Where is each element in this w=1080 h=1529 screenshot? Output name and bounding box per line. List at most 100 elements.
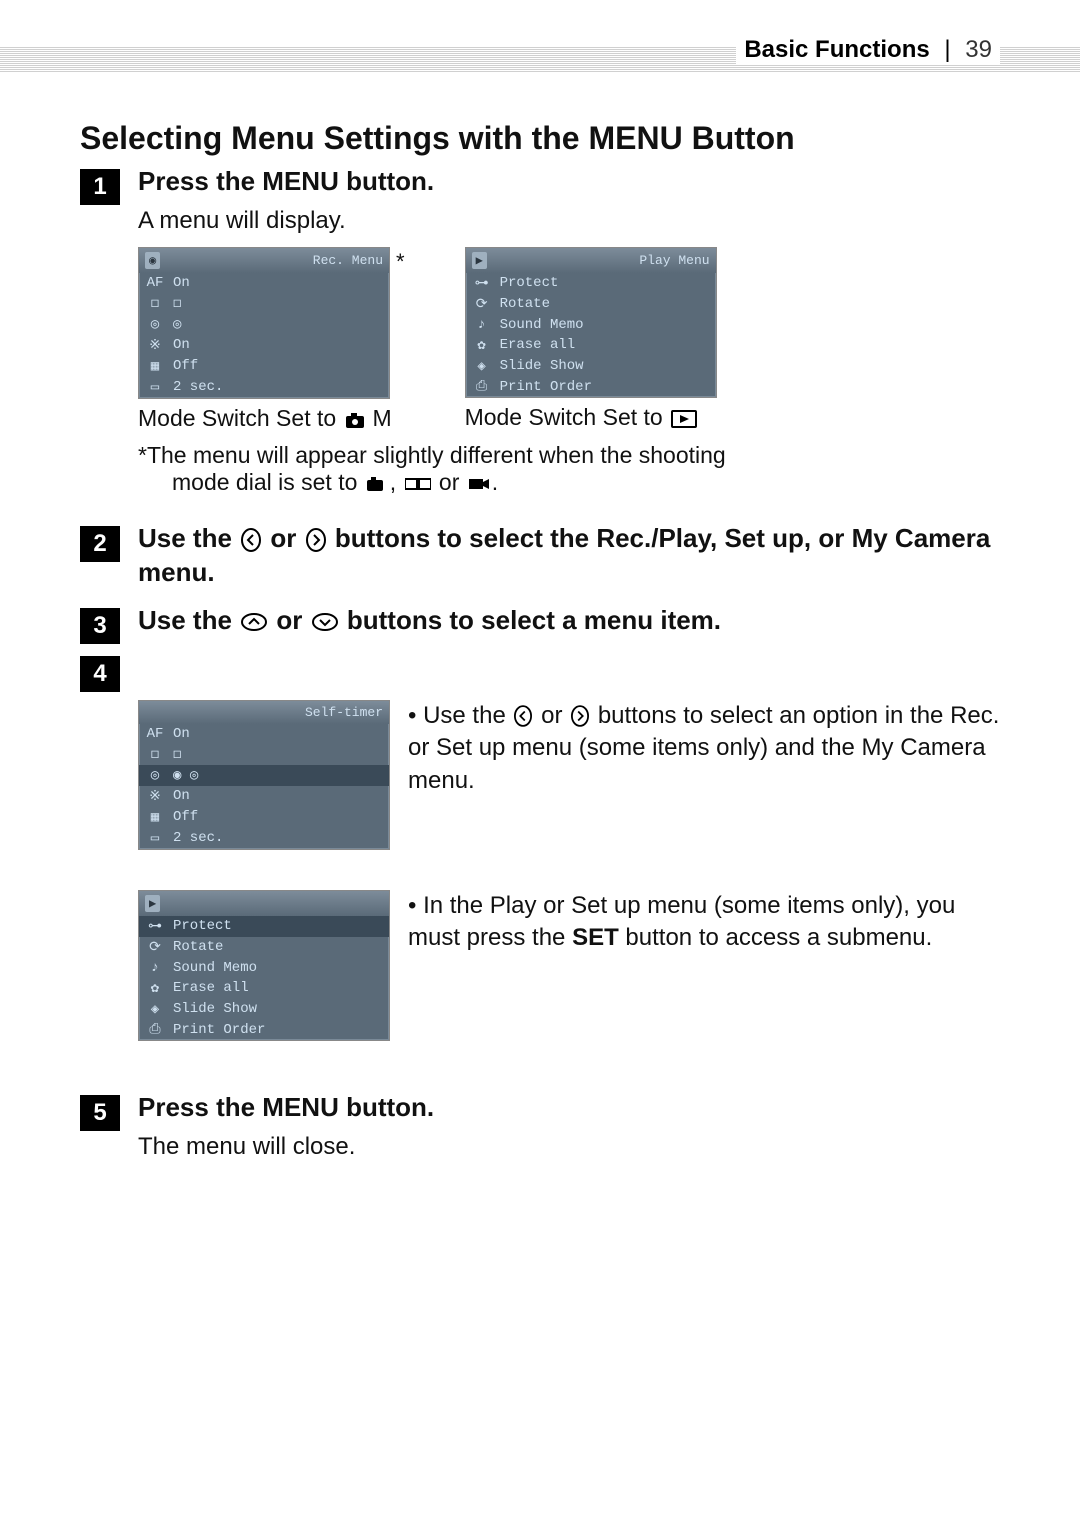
text: Use the [423, 702, 512, 729]
row-icon: ⎙ [145, 1022, 165, 1038]
menu-row: AFOn [139, 724, 389, 744]
row-icon: ♪ [145, 960, 165, 976]
menu-row: ⎙ Print Order [139, 1020, 389, 1040]
self-timer-tabbar: Self-timer [139, 701, 389, 724]
row-label: Protect [500, 275, 710, 292]
rec-caption: Mode Switch Set to M [138, 405, 405, 432]
row-label: Erase all [173, 980, 383, 997]
text: Mode Switch Set to [465, 404, 670, 430]
menu-row: ◈ Slide Show [466, 356, 716, 377]
play-menu-screen: ▶ Play Menu ⊶Protect ⟳Rotate ♪Sound Memo… [465, 247, 717, 398]
menu-row: ⎙ Print Order [466, 377, 716, 397]
step-number: 4 [80, 656, 120, 692]
text: or [276, 605, 309, 635]
step-1-screens: ◉ Rec. Menu AFOn ◻◻ ◎◎ ※On ▦Off ▭2 sec. [138, 247, 1000, 432]
step-5: 5 Press the MENU button. The menu will c… [80, 1091, 1000, 1173]
set-word: SET [572, 924, 619, 951]
menu-row: ♪ Sound Memo [139, 958, 389, 978]
section-name: Basic Functions [744, 36, 929, 63]
rec-menu-title: Rec. Menu [313, 253, 383, 268]
row-label: Sound Memo [500, 317, 710, 333]
text: mode dial is set to [172, 469, 364, 495]
menu-row: ⊶ Protect [466, 273, 716, 294]
step-4-bullet-2: ▶ ⊶ Protect ⟳Rotate ♪ Sound Memo ✿ Erase al… [138, 890, 1000, 1041]
menu-row-selected: ⊶ Protect [139, 916, 389, 937]
play-caption: Mode Switch Set to [465, 404, 717, 431]
row-label: Erase all [500, 337, 710, 354]
row-icon: ◈ [145, 1001, 165, 1018]
menu-row: ▦ Off [139, 807, 389, 828]
step-number: 5 [80, 1095, 120, 1131]
row-value: ◻ [173, 746, 383, 763]
menu-row: ⟳ Rotate [466, 294, 716, 315]
play-mode-icon [671, 410, 697, 428]
row-icon: ▭ [145, 379, 165, 396]
text: . [492, 469, 498, 495]
row-icon: ⟳ [472, 296, 492, 313]
row-icon: ⊶ [472, 275, 492, 292]
page-number: 39 [965, 36, 992, 63]
row-icon: ⊶ [145, 918, 165, 935]
text: button to access a submenu. [619, 924, 933, 951]
page: Basic Functions | 39 Selecting Menu Sett… [0, 0, 1080, 1529]
step-3: 3 Use the or buttons to select a menu it… [80, 604, 1000, 644]
step-5-content: Press the MENU button. The menu will clo… [138, 1091, 1000, 1173]
row-label: Protect [173, 918, 383, 935]
menu-row: ◻◻ [139, 293, 389, 314]
row-label: Print Order [500, 379, 710, 395]
down-button-icon [312, 613, 338, 631]
row-icon: ⟳ [145, 939, 165, 956]
rec-menu-column: ◉ Rec. Menu AFOn ◻◻ ◎◎ ※On ▦Off ▭2 sec. [138, 247, 405, 432]
row-value: 2 sec. [173, 379, 383, 396]
row-icon: ▭ [145, 830, 165, 847]
camera-mode-icon [345, 411, 371, 429]
text: *The menu will appear slightly different… [138, 442, 726, 468]
menu-row: ⟳Rotate [139, 937, 389, 958]
stitch-icon [405, 477, 431, 491]
menu-row: ✿ Erase all [139, 978, 389, 999]
row-icon: ✿ [145, 980, 165, 997]
self-timer-title: Self-timer [305, 705, 383, 720]
text: , [390, 469, 403, 495]
asterisk: * [396, 249, 405, 275]
row-icon: ◎ [145, 767, 165, 784]
row-value: ◻ [173, 295, 383, 312]
menu-row: ▦Off [139, 356, 389, 377]
row-label: Sound Memo [173, 960, 383, 976]
movie-icon [468, 476, 490, 492]
row-icon: ▦ [145, 358, 165, 375]
play-menu-tabbar: ▶ Play Menu [466, 248, 716, 273]
row-icon: ◻ [145, 746, 165, 763]
step-1-heading: Press the MENU button. [138, 165, 1000, 199]
row-icon: AF [145, 275, 165, 291]
step-5-body: The menu will close. [138, 1131, 1000, 1163]
step-3-content: Use the or buttons to select a menu item… [138, 604, 1000, 644]
menu-row: ◎◎ [139, 314, 389, 335]
row-value: On [173, 788, 383, 805]
rec-menu-screen: ◉ Rec. Menu AFOn ◻◻ ◎◎ ※On ▦Off ▭2 sec. [138, 247, 390, 399]
row-label: Slide Show [500, 358, 710, 375]
left-button-icon [241, 528, 261, 552]
row-icon: ◈ [472, 358, 492, 375]
text: button. [339, 166, 434, 196]
text: buttons to select the Rec./Play, Set up,… [138, 523, 990, 587]
play-icon: ▶ [145, 895, 160, 912]
row-icon: ▦ [145, 809, 165, 826]
step-1: 1 Press the MENU button. A menu will dis… [80, 165, 1000, 514]
row-icon: ※ [145, 788, 165, 805]
text: or [433, 469, 466, 495]
text: Press the [138, 1092, 262, 1122]
text: button. [339, 1092, 434, 1122]
page-title: Selecting Menu Settings with the MENU Bu… [80, 120, 1000, 157]
row-label: Rotate [500, 296, 710, 313]
menu-word: MENU [262, 166, 339, 196]
right-button-icon [306, 528, 326, 552]
menu-row: ◻◻ [139, 744, 389, 765]
row-label: Print Order [173, 1022, 383, 1038]
menu-row: ✿Erase all [466, 335, 716, 356]
row-value: Off [173, 809, 383, 826]
header-divider: | [936, 36, 958, 64]
text: Use the [138, 605, 239, 635]
step-4: 4 [80, 652, 1000, 692]
row-icon: ⎙ [472, 379, 492, 395]
